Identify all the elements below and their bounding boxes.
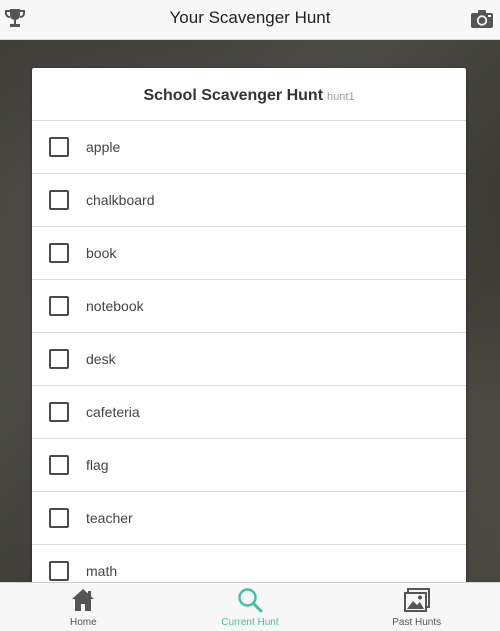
- hunt-item[interactable]: cafeteria: [32, 386, 466, 439]
- search-icon: [236, 586, 264, 614]
- tab-past-hunts-label: Past Hunts: [392, 617, 442, 628]
- item-label: cafeteria: [86, 404, 140, 420]
- item-label: flag: [86, 457, 109, 473]
- item-checkbox[interactable]: [49, 190, 69, 210]
- item-checkbox[interactable]: [49, 349, 69, 369]
- hunt-item[interactable]: apple: [32, 121, 466, 174]
- tab-current-hunt-label: Current Hunt: [221, 617, 279, 628]
- app: Your Scavenger Hunt School Scavenger Hun…: [0, 0, 500, 631]
- hunt-id: hunt1: [327, 91, 355, 103]
- hunt-card: School Scavenger Hunt hunt1 apple chalkbo…: [32, 68, 466, 582]
- hunt-item[interactable]: teacher: [32, 492, 466, 545]
- hunt-item[interactable]: flag: [32, 439, 466, 492]
- hunt-item[interactable]: desk: [32, 333, 466, 386]
- home-icon: [69, 586, 97, 614]
- item-checkbox[interactable]: [49, 137, 69, 157]
- hunt-item[interactable]: notebook: [32, 280, 466, 333]
- tab-past-hunts[interactable]: Past Hunts: [333, 583, 500, 631]
- hunt-item[interactable]: chalkboard: [32, 174, 466, 227]
- item-checkbox[interactable]: [49, 243, 69, 263]
- hunt-item[interactable]: book: [32, 227, 466, 280]
- tab-home[interactable]: Home: [0, 583, 167, 631]
- camera-icon[interactable]: [470, 9, 494, 29]
- item-label: math: [86, 563, 118, 579]
- textured-background: School Scavenger Hunt hunt1 apple chalkbo…: [0, 40, 500, 582]
- item-checkbox[interactable]: [49, 508, 69, 528]
- tab-home-label: Home: [69, 617, 97, 628]
- top-nav-bar: Your Scavenger Hunt: [0, 0, 500, 40]
- bottom-tab-bar: Home Current Hunt Past Hunts: [0, 582, 500, 631]
- hunt-card-header: School Scavenger Hunt hunt1: [32, 68, 466, 121]
- gallery-icon: [403, 586, 431, 614]
- page-title: Your Scavenger Hunt: [169, 8, 331, 27]
- item-label: book: [86, 245, 117, 261]
- item-label: notebook: [86, 298, 144, 314]
- item-label: teacher: [86, 510, 133, 526]
- item-checkbox[interactable]: [49, 561, 69, 581]
- item-label: apple: [86, 139, 121, 155]
- item-checkbox[interactable]: [49, 296, 69, 316]
- hunt-item-list: apple chalkboard book notebook desk cafe…: [32, 121, 466, 582]
- item-checkbox[interactable]: [49, 455, 69, 475]
- item-label: chalkboard: [86, 192, 155, 208]
- tab-current-hunt[interactable]: Current Hunt: [167, 583, 334, 631]
- item-checkbox[interactable]: [49, 402, 69, 422]
- item-label: desk: [86, 351, 116, 367]
- hunt-title: School Scavenger Hunt: [143, 87, 324, 104]
- hunt-item[interactable]: math: [32, 545, 466, 582]
